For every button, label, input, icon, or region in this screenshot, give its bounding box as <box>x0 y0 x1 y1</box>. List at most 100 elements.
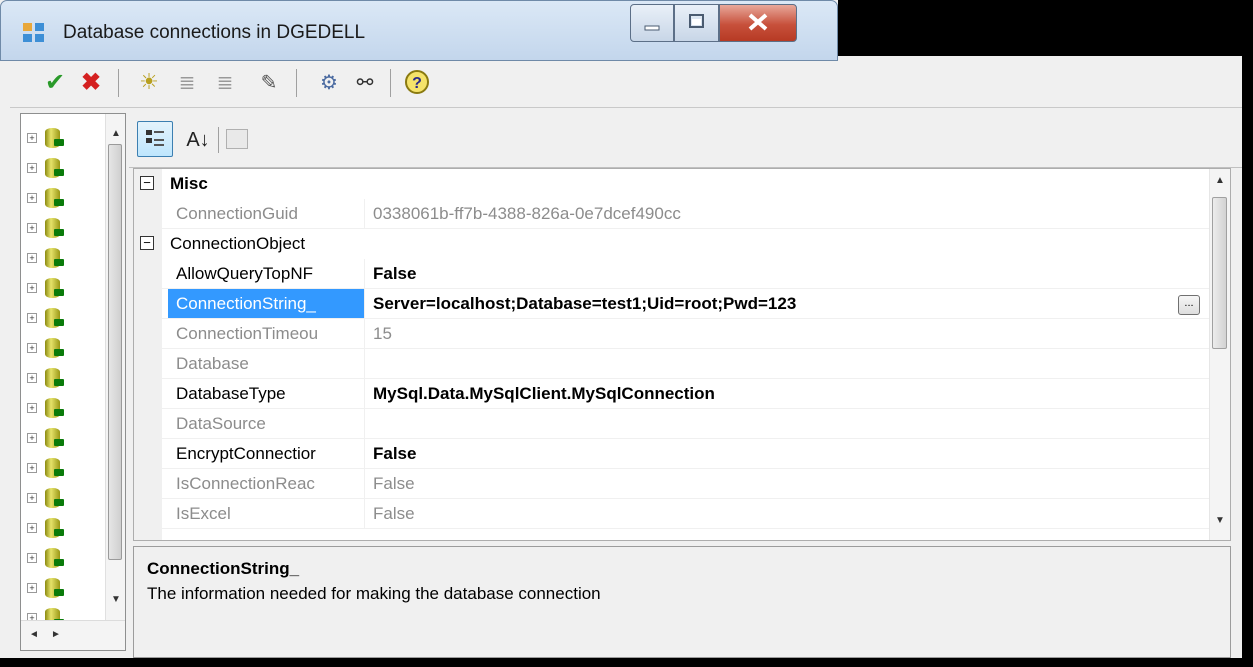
scroll-down-icon[interactable]: ▼ <box>1215 515 1225 526</box>
property-value <box>364 409 1219 439</box>
expand-icon[interactable]: + <box>27 373 37 383</box>
tree-node[interactable]: + <box>27 548 75 570</box>
categorized-icon <box>146 130 164 146</box>
minimize-icon <box>644 25 660 31</box>
property-row-encrypt-connection[interactable]: EncryptConnectior False <box>134 439 1210 469</box>
property-row-database[interactable]: Database <box>134 349 1210 379</box>
tree-horizontal-scrollbar[interactable]: ◄ ► <box>21 620 125 650</box>
tree-node[interactable]: + <box>27 188 75 210</box>
tree-vertical-scrollbar[interactable]: ▲ ▼ <box>105 114 125 621</box>
tree-node[interactable]: + <box>27 218 75 240</box>
scroll-right-icon[interactable]: ► <box>51 629 61 640</box>
expand-icon[interactable]: + <box>27 313 37 323</box>
database-connections-window: Database connections in DGEDELL ✔ ✖ ☀ ≣ … <box>0 0 1253 658</box>
ellipsis-button[interactable]: ... <box>1178 295 1200 315</box>
close-button[interactable] <box>719 4 797 42</box>
expand-icon[interactable]: + <box>27 253 37 263</box>
description-pane: ConnectionString_ The information needed… <box>133 546 1231 658</box>
tree-node[interactable]: + <box>27 248 75 270</box>
maximize-button[interactable] <box>674 4 719 42</box>
expand-icon[interactable]: + <box>27 343 37 353</box>
scroll-up-icon[interactable]: ▲ <box>111 128 121 139</box>
wizard-icon[interactable]: ✎ <box>254 67 284 97</box>
scroll-down-icon[interactable]: ▼ <box>111 594 121 605</box>
property-row-misc[interactable]: − Misc <box>134 169 1210 199</box>
tree-node[interactable]: + <box>27 158 75 180</box>
property-row-connection-object[interactable]: − ConnectionObject <box>134 229 1210 259</box>
property-label: ConnectionGuid <box>176 204 298 223</box>
close-icon <box>748 13 768 31</box>
expand-icon[interactable]: + <box>27 523 37 533</box>
tree-node[interactable]: + <box>27 128 75 150</box>
expand-icon[interactable]: + <box>27 433 37 443</box>
database-icon <box>45 188 64 208</box>
tree-node[interactable]: + <box>27 308 75 330</box>
expand-icon[interactable]: + <box>27 283 37 293</box>
expand-icon[interactable]: + <box>27 553 37 563</box>
database-icon <box>45 398 64 418</box>
accept-icon[interactable]: ✔ <box>40 67 70 97</box>
connections-tree[interactable]: + + + + + + + + + + + + + + + + + ▲ ▼ ◄ ► <box>20 113 126 651</box>
tree-node[interactable]: + <box>27 278 75 300</box>
expand-icon[interactable]: + <box>27 163 37 173</box>
property-row-connection-string[interactable]: ConnectionString_ Server=localhost;Datab… <box>134 289 1210 319</box>
minimize-button[interactable] <box>630 4 674 42</box>
property-value[interactable]: MySql.Data.MySqlClient.MySqlConnection <box>364 379 1219 409</box>
database-icon <box>45 218 64 238</box>
tree-node[interactable]: + <box>27 458 75 480</box>
expand-icon[interactable]: + <box>27 493 37 503</box>
expand-icon[interactable]: + <box>27 193 37 203</box>
property-label: ConnectionObject <box>170 234 306 253</box>
property-value: False <box>364 469 1219 499</box>
expand-icon[interactable]: + <box>27 223 37 233</box>
cancel-icon[interactable]: ✖ <box>76 67 106 97</box>
edit-list-icon: ≣ <box>178 71 196 94</box>
tree-node[interactable]: + <box>27 338 75 360</box>
expand-icon[interactable]: + <box>27 463 37 473</box>
property-grid: A↓ − Misc ConnectionGuid 0338061b-ff7b-4… <box>129 113 1242 658</box>
property-row-database-type[interactable]: DatabaseType MySql.Data.MySqlClient.MySq… <box>134 379 1210 409</box>
expand-icon[interactable]: + <box>27 403 37 413</box>
alphabetical-sort-icon[interactable]: A↓ <box>181 125 215 155</box>
expand-icon[interactable]: + <box>27 583 37 593</box>
property-value[interactable]: False <box>364 259 1219 289</box>
property-row-allow-query-top[interactable]: AllowQueryTopNF False <box>134 259 1210 289</box>
property-value[interactable]: False <box>364 439 1219 469</box>
categorized-button[interactable] <box>137 121 173 157</box>
toolbar-separator <box>296 69 297 97</box>
compare-icon[interactable]: ⚯ <box>350 67 380 97</box>
tree-scroll-thumb[interactable] <box>108 144 122 560</box>
scroll-up-icon[interactable]: ▲ <box>1215 175 1225 186</box>
database-icon <box>45 308 64 328</box>
property-row-is-connection-ready[interactable]: IsConnectionReac False <box>134 469 1210 499</box>
database-icon <box>45 158 64 178</box>
property-grid-vertical-scrollbar[interactable]: ▲ ▼ <box>1209 169 1230 540</box>
tree-node[interactable]: + <box>27 488 75 510</box>
property-row-is-excel[interactable]: IsExcel False <box>134 499 1210 529</box>
property-row-connection-guid[interactable]: ConnectionGuid 0338061b-ff7b-4388-826a-0… <box>134 199 1210 229</box>
property-list[interactable]: − Misc ConnectionGuid 0338061b-ff7b-4388… <box>133 168 1231 541</box>
database-icon <box>45 548 64 568</box>
property-row-connection-timeout[interactable]: ConnectionTimeou 15 <box>134 319 1210 349</box>
property-grid-toolbar: A↓ <box>129 113 1242 168</box>
window-title: Database connections in DGEDELL <box>63 22 366 43</box>
property-grid-scroll-thumb[interactable] <box>1212 197 1227 349</box>
property-pages-icon <box>226 129 248 149</box>
tree-node[interactable]: + <box>27 368 75 390</box>
tree-node[interactable]: + <box>27 428 75 450</box>
property-row-data-source[interactable]: DataSource <box>134 409 1210 439</box>
tree-node[interactable]: + <box>27 518 75 540</box>
test-connection-icon[interactable]: ⚙ <box>314 67 344 97</box>
expand-icon[interactable]: + <box>27 133 37 143</box>
tree-node[interactable]: + <box>27 398 75 420</box>
database-icon <box>45 428 64 448</box>
tree-node[interactable]: + <box>27 578 75 600</box>
help-icon[interactable]: ? <box>402 67 432 97</box>
property-value[interactable]: Server=localhost;Database=test1;Uid=root… <box>364 289 1219 319</box>
property-label: EncryptConnectior <box>176 444 316 463</box>
new-connection-icon[interactable]: ☀ <box>134 67 164 97</box>
scroll-left-icon[interactable]: ◄ <box>29 629 39 640</box>
title-bar: Database connections in DGEDELL <box>0 0 838 61</box>
database-icon <box>45 518 64 538</box>
property-value <box>364 349 1219 379</box>
